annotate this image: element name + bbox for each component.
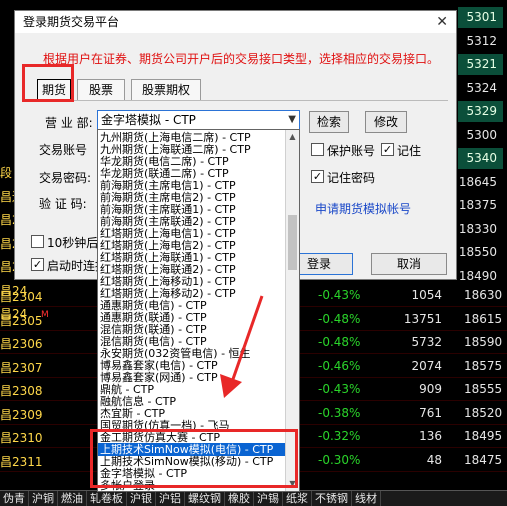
- check-icon: ✓: [312, 170, 323, 183]
- volume: 48: [426, 452, 442, 467]
- change-percent: -0.32%: [318, 429, 361, 443]
- volume: 909: [419, 382, 442, 396]
- volume: 1054: [411, 288, 442, 302]
- instrument-tab[interactable]: 沪锡: [254, 491, 283, 506]
- branch-select-value: 金字塔模拟 - CTP: [101, 113, 196, 127]
- edit-button[interactable]: 修改: [365, 111, 407, 133]
- volume: 5732: [411, 335, 442, 349]
- volume: 761: [419, 405, 442, 420]
- contract-name: 昌2307: [0, 360, 43, 375]
- instrument-tab[interactable]: 纸浆: [283, 491, 312, 506]
- annotation-box-simnow: [90, 429, 298, 488]
- right-price-cell: 18550: [458, 245, 497, 259]
- right-price-cell: 5300: [466, 127, 497, 142]
- price: 18495: [464, 429, 503, 443]
- remember-password-label: 记住密码: [327, 171, 376, 185]
- instrument-tab[interactable]: 不锈钢: [312, 491, 352, 506]
- captcha-label: 验 证 码:: [39, 197, 87, 211]
- change-percent: -0.30%: [318, 452, 361, 467]
- volume: 13751: [403, 311, 442, 326]
- remember-password-checkbox[interactable]: ✓: [311, 170, 324, 183]
- right-price-cell: 5324: [466, 80, 497, 95]
- cancel-button[interactable]: 取消: [371, 253, 447, 275]
- change-percent: -0.48%: [318, 335, 361, 349]
- price: 18575: [464, 358, 503, 373]
- right-price-cell: 18645: [458, 174, 497, 189]
- contract-name: 昌2305: [0, 313, 43, 328]
- change-percent: -0.38%: [318, 405, 361, 420]
- tab-stock-options[interactable]: 股票期权: [131, 79, 201, 101]
- tab-stocks[interactable]: 股票: [77, 79, 125, 101]
- change-percent: -0.43%: [318, 288, 361, 302]
- contract-name: 昌2306: [0, 337, 43, 351]
- auto-connect-checkbox[interactable]: ✓: [31, 258, 44, 271]
- contract-flag: M: [41, 309, 49, 320]
- change-percent: -0.48%: [318, 311, 361, 326]
- contract-name: 昌2308: [0, 384, 43, 398]
- remember-checkbox[interactable]: ✓: [381, 143, 394, 156]
- right-price-cell: 18375: [458, 198, 497, 212]
- apply-sim-account-link[interactable]: 申请期货模拟帐号: [315, 200, 411, 217]
- scroll-up-icon[interactable]: ▲: [286, 130, 299, 144]
- instrument-tab[interactable]: 沪铝: [156, 491, 185, 506]
- remember-label: 记住: [397, 144, 422, 158]
- instrument-tab[interactable]: 螺纹钢: [185, 491, 225, 506]
- price: 18630: [464, 288, 503, 302]
- protect-account-label: 保护账号: [327, 144, 376, 158]
- dialog-title: 登录期货交易平台: [15, 11, 456, 33]
- close-icon[interactable]: ✕: [436, 14, 448, 30]
- price: 18555: [464, 382, 503, 396]
- password-label: 交易密码:: [39, 171, 92, 185]
- right-price-cell: 5340: [458, 148, 503, 169]
- price: 18475: [464, 452, 503, 467]
- ten-sec-checkbox[interactable]: [31, 235, 44, 248]
- bottom-instrument-tabs: 伪青 沪铜 燃油 轧卷板 沪银 沪铝 螺纹钢 橡胶 沪锡 纸浆 不锈钢 线材: [0, 490, 507, 506]
- scroll-thumb[interactable]: [288, 215, 297, 270]
- change-percent: -0.43%: [318, 382, 361, 396]
- check-icon: ✓: [382, 143, 393, 156]
- left-symbol-fragment: 段: [0, 166, 13, 180]
- instrument-tab[interactable]: 线材: [352, 491, 381, 506]
- right-price-cell: 5321: [458, 54, 503, 75]
- instrument-tab[interactable]: 轧卷板: [87, 491, 127, 506]
- account-label: 交易账号: [39, 143, 88, 157]
- price: 18590: [464, 335, 503, 349]
- right-price-cell: 5329: [458, 101, 503, 122]
- protect-account-checkbox[interactable]: [311, 143, 324, 156]
- volume: 2074: [411, 358, 442, 373]
- instrument-tab[interactable]: 伪青: [0, 491, 29, 506]
- instrument-tab[interactable]: 沪铜: [29, 491, 58, 506]
- price: 18520: [464, 405, 503, 420]
- contract-name: 昌2309: [0, 407, 43, 422]
- contract-name: 昌2310: [0, 431, 43, 445]
- price: 18615: [464, 311, 503, 326]
- right-price-cell: 5301: [458, 7, 503, 28]
- contract-name: 昌2311: [0, 454, 43, 469]
- branch-label: 营 业 部:: [45, 116, 93, 130]
- instrument-tab[interactable]: 燃油: [58, 491, 87, 506]
- check-icon: ✓: [32, 258, 43, 271]
- search-button[interactable]: 检索: [309, 111, 349, 133]
- right-price-cell: 5312: [466, 33, 497, 48]
- instrument-tab[interactable]: 橡胶: [225, 491, 254, 506]
- contract-name: 昌2304: [0, 290, 43, 304]
- interface-notice: 根据用户在证券、期货公司开户后的交易接口类型，选择相应的交易接口。: [43, 52, 440, 66]
- chevron-down-icon: ▼: [288, 114, 296, 125]
- annotation-box-futures-tab: [22, 64, 74, 102]
- right-price-cell: 18330: [458, 221, 497, 236]
- branch-select[interactable]: 金字塔模拟 - CTP ▼: [97, 110, 300, 130]
- volume: 136: [419, 429, 442, 443]
- instrument-tab[interactable]: 沪银: [127, 491, 156, 506]
- change-percent: -0.46%: [318, 358, 361, 373]
